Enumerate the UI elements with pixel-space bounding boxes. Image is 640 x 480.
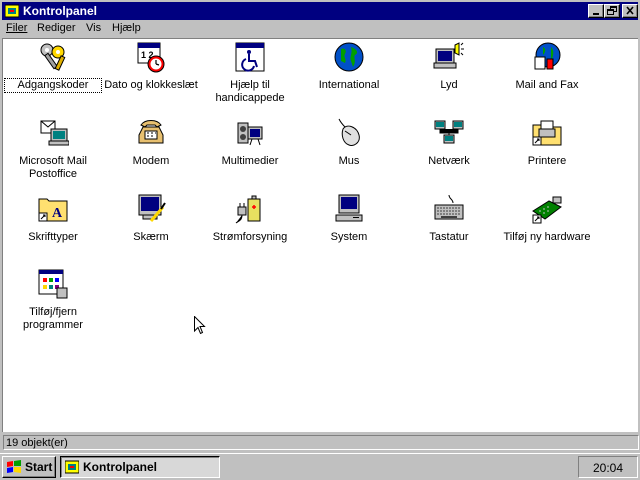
speaker-icon [433,42,464,69]
item-label: System [330,231,368,243]
minimize-button[interactable] [588,4,604,18]
network-icon [434,120,464,144]
start-label: Start [25,460,53,474]
icon-view[interactable]: Adgangskoder 1 2 Dato og klokkeslæt Hjæl… [2,38,638,432]
windows-logo-icon [7,460,21,473]
start-button[interactable]: Start [2,456,56,478]
fonts-folder-icon: A [38,198,68,222]
computer-icon [335,194,363,222]
mail-fax-icon [534,42,561,70]
calendar-clock-icon: 1 2 [137,42,165,73]
item-label: Modem [132,155,170,167]
item-label: Netværk [428,155,470,167]
item-label: Mus [338,155,360,167]
item-label: Adgangskoder [4,78,102,93]
item-label: Skrifttyper [28,231,78,243]
mouse-pointer-icon [194,316,206,335]
telephone-icon [138,120,164,144]
item-label: Tilføj ny hardware [503,231,591,243]
item-label: Mail and Fax [515,79,579,91]
add-hardware-icon [532,196,562,224]
item-label: Lyd [440,79,458,91]
keyboard-icon [434,194,464,220]
clock[interactable]: 20:04 [579,461,637,475]
status-text: 19 objekt(er) [3,435,639,450]
svg-text:A: A [52,206,63,221]
item-label: Printere [527,155,567,167]
accessibility-icon [235,42,265,72]
display-icon [138,194,166,222]
item-label: Skærm [133,231,169,243]
keys-icon [40,43,66,71]
close-button[interactable] [622,4,638,18]
control-panel-icon [5,4,19,18]
item-label: Hjælp til handicappede [215,79,285,104]
item-label: Dato og klokkeslæt [104,79,198,91]
multimedia-icon [237,122,263,146]
control-panel-window: Kontrolpanel Filer Rediger Vis Hjælp Adg… [0,0,640,453]
item-label: Tilføj/fjern programmer [23,306,83,331]
menu-view-label: Vis [86,22,102,34]
item-label: Multimedier [221,155,279,167]
menu-view[interactable]: Vis [86,21,101,36]
item-label: Microsoft Mail Postoffice [19,155,87,180]
mouse-icon [338,118,360,146]
title-bar[interactable]: Kontrolpanel [2,2,638,20]
menu-edit-label: Rediger [37,22,76,34]
window-title: Kontrolpanel [23,4,97,18]
menu-edit[interactable]: Rediger [37,21,76,36]
printer-folder-icon [532,120,562,146]
add-remove-programs-icon [38,269,68,299]
item-label: International [318,79,380,91]
restore-button[interactable] [604,4,620,18]
menu-help-label: Hjælp [112,22,141,34]
minimize-icon [593,13,599,15]
menu-help[interactable]: Hjælp [112,21,141,36]
taskbar: Start Kontrolpanel 20:04 [0,453,640,480]
menu-file-label: Filer [6,22,28,34]
system-tray: 20:04 [578,456,638,478]
close-icon [626,6,634,15]
task-label: Kontrolpanel [83,460,157,474]
status-bar: 19 objekt(er) [2,434,639,451]
menu-bar: Filer Rediger Vis Hjælp [2,20,638,37]
globe-icon [334,42,364,72]
control-panel-icon [65,460,79,474]
restore-icon [607,6,617,15]
item-label: Tastatur [429,231,469,243]
postoffice-icon [40,120,69,146]
battery-plug-icon [235,195,261,224]
task-kontrolpanel[interactable]: Kontrolpanel [60,456,220,478]
menu-file[interactable]: Filer [6,21,27,36]
item-label: Strømforsyning [212,231,288,243]
